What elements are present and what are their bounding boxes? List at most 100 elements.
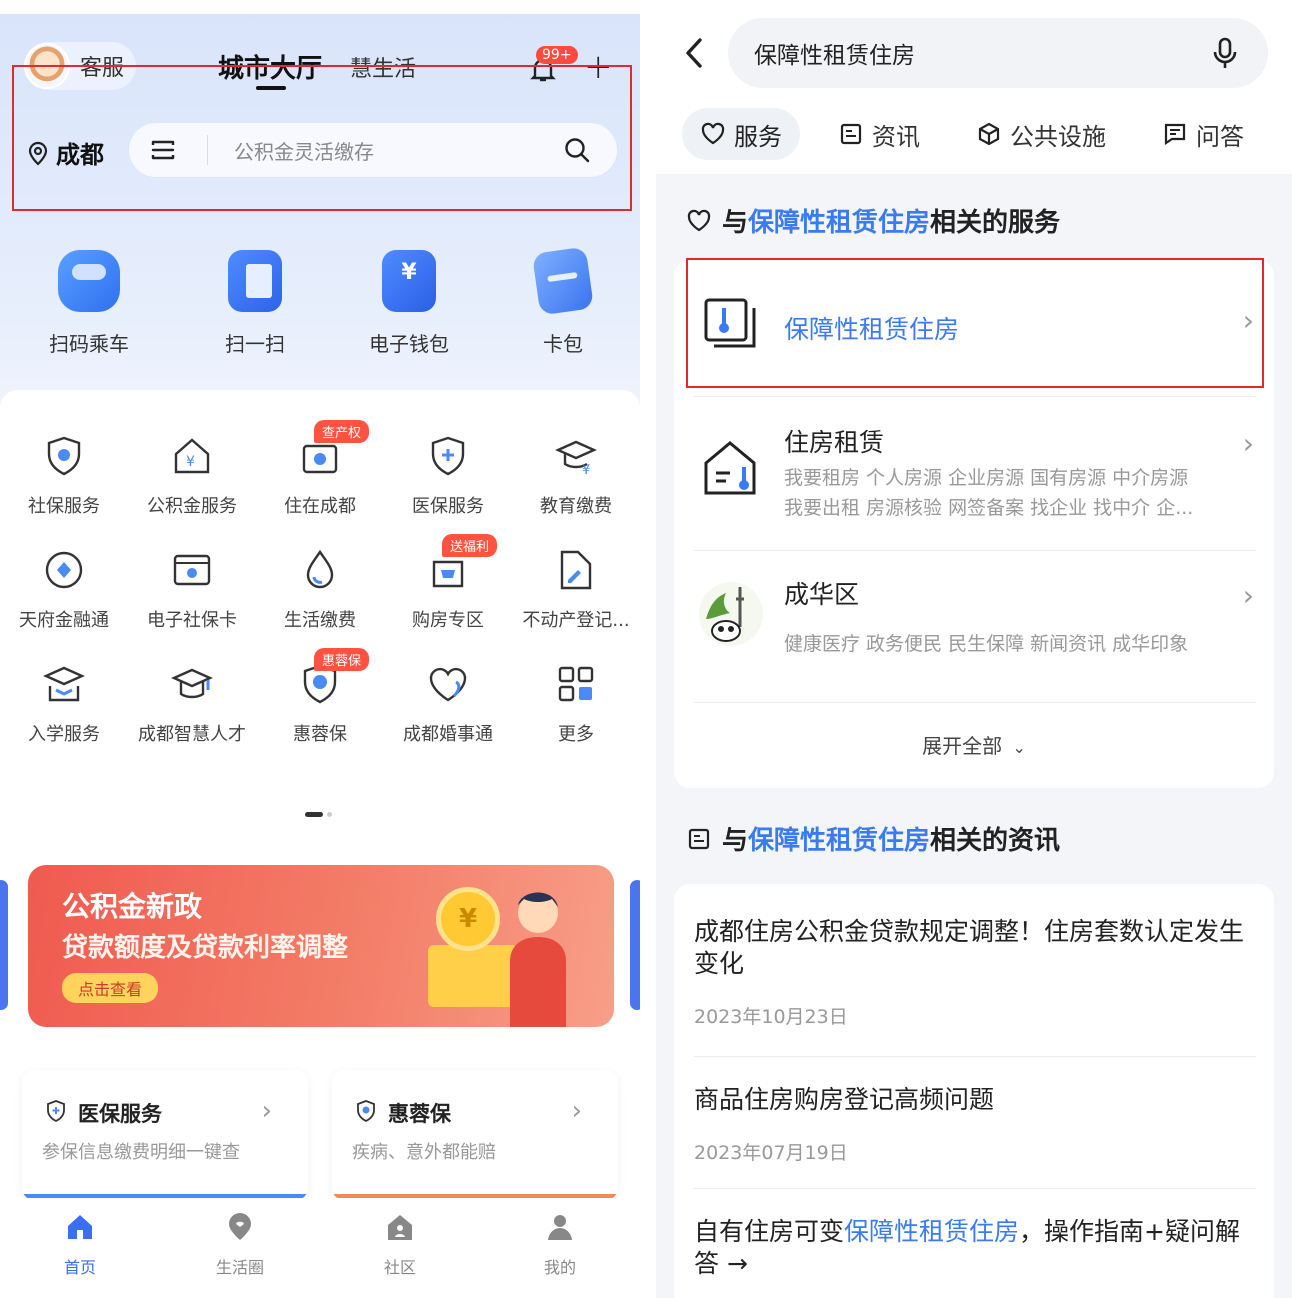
news-title: 自有住房可变保障性租赁住房，操作指南+疑问解答 → bbox=[694, 1216, 1254, 1280]
quick-scan-ride[interactable]: 扫码乘车 bbox=[0, 250, 178, 357]
news-item[interactable]: 成都住房公积金贷款规定调整！住房套数认定发生变化 2023年10月23日 bbox=[694, 916, 1254, 1029]
quick-card-pack[interactable]: 卡包 bbox=[486, 246, 640, 357]
service-title: 成华区 bbox=[784, 580, 860, 609]
search-placeholder[interactable]: 公积金灵活缴存 bbox=[234, 136, 563, 165]
banner-cta-button[interactable]: 点击查看 bbox=[62, 973, 159, 1003]
shield-coin-icon bbox=[47, 436, 81, 476]
quick-label: 扫一扫 bbox=[225, 332, 285, 356]
id-card-icon bbox=[173, 554, 211, 586]
grid-item-social-security[interactable]: 社保服务 bbox=[0, 420, 128, 534]
section-suffix: 相关的资讯 bbox=[930, 826, 1061, 856]
grid-item-real-estate-registration[interactable]: 不动产登记... bbox=[512, 534, 640, 648]
promo-banner[interactable]: 公积金新政 贷款额度及贷款利率调整 点击查看 ¥ bbox=[28, 865, 614, 1027]
menu-scan-icon[interactable] bbox=[149, 136, 177, 164]
page-indicator bbox=[305, 812, 332, 817]
heart-icon bbox=[687, 209, 711, 231]
graduation-cap-icon bbox=[171, 668, 213, 699]
grid-item-housing-fund[interactable]: ¥ 公积金服务 bbox=[128, 420, 256, 534]
community-icon bbox=[388, 1215, 412, 1240]
news-title: 成都住房公积金贷款规定调整！住房套数认定发生变化 bbox=[694, 917, 1245, 978]
left-phone-screen: 客服 城市大厅 慧生活 99+ + 成都 公积金灵活缴存 扫码乘车 扫一扫 ¥ … bbox=[0, 14, 640, 1298]
tab-qa[interactable]: 问答 bbox=[1144, 108, 1262, 160]
tab-life-circle[interactable]: 生活圈 bbox=[160, 1198, 320, 1298]
grid-item-marriage[interactable]: 成都婚事通 bbox=[384, 648, 512, 762]
grid-item-live-chengdu[interactable]: 查产权 住在成都 bbox=[256, 420, 384, 534]
house-document-icon bbox=[704, 441, 756, 495]
grid-item-tianfu-finance[interactable]: 天府金融通 bbox=[0, 534, 128, 648]
search-divider bbox=[207, 135, 208, 165]
tab-label: 我的 bbox=[543, 1258, 576, 1277]
right-phone-screen: 保障性租赁住房 服务 资讯 公共设施 问答 与保障性租赁住房 相关的服务 保障性… bbox=[656, 14, 1292, 1298]
grid-item-more[interactable]: 更多 bbox=[512, 648, 640, 762]
search-input[interactable]: 保障性租赁住房 bbox=[728, 18, 1268, 88]
bottom-tab-bar: 首页 生活圈 社区 我的 bbox=[0, 1198, 640, 1298]
divider bbox=[694, 1056, 1256, 1057]
microphone-icon[interactable] bbox=[1212, 36, 1238, 70]
svg-text:¥: ¥ bbox=[186, 454, 195, 470]
section-prefix: 与 bbox=[722, 826, 749, 856]
grid-item-house-purchase[interactable]: 送福利 购房专区 bbox=[384, 534, 512, 648]
heart-icon bbox=[701, 122, 725, 145]
grid-badge: 惠蓉保 bbox=[314, 648, 370, 671]
card-subtitle: 疾病、意外都能赔 bbox=[352, 1142, 496, 1163]
notification-badge: 99+ bbox=[536, 46, 578, 64]
news-item[interactable]: 商品住房购房登记高频问题 2023年07月19日 bbox=[694, 1084, 1254, 1165]
service-item-housing-rental[interactable]: 住房租赁 我要租房 个人房源 企业房源 国有房源 中介房源 我要出租 房源核验 … bbox=[674, 397, 1274, 547]
grid-row: 入学服务 成都智慧人才 惠蓉保 惠蓉保 成都婚事通 更多 bbox=[0, 648, 640, 762]
grid-label: 成都婚事通 bbox=[403, 724, 493, 745]
tab-label: 生活圈 bbox=[215, 1258, 264, 1277]
news-item[interactable]: 自有住房可变保障性租赁住房，操作指南+疑问解答 → bbox=[694, 1216, 1254, 1280]
news-section-title: 与保障性租赁住房 相关的资讯 bbox=[686, 820, 1060, 857]
tab-label: 服务 bbox=[734, 122, 782, 151]
grid-label: 社保服务 bbox=[28, 496, 100, 517]
search-bar[interactable]: 公积金灵活缴存 bbox=[128, 122, 618, 178]
document-pen-icon bbox=[560, 550, 592, 590]
tab-label: 资讯 bbox=[872, 122, 920, 151]
grid-item-utility-bills[interactable]: 生活缴费 bbox=[256, 534, 384, 648]
grid-item-huirongbao[interactable]: 惠蓉保 惠蓉保 bbox=[256, 648, 384, 762]
grid-label: 住在成都 bbox=[284, 496, 356, 517]
grid-label: 不动产登记... bbox=[522, 610, 630, 631]
search-query[interactable]: 保障性租赁住房 bbox=[754, 36, 1212, 70]
divider bbox=[694, 1188, 1256, 1189]
panda-tower-logo-icon bbox=[699, 582, 763, 646]
quick-scan[interactable]: 扫一扫 bbox=[178, 250, 332, 357]
result-tabs: 服务 资讯 公共设施 问答 bbox=[682, 108, 1282, 160]
grid-item-enrollment[interactable]: 入学服务 bbox=[0, 648, 128, 762]
grid-label: 教育缴费 bbox=[540, 496, 612, 517]
grid-item-education-fee[interactable]: ¥ 教育缴费 bbox=[512, 420, 640, 534]
service-item-chenghua[interactable]: 成华区 健康医疗 政务便民 民生保障 新闻资讯 成华印象 › bbox=[674, 551, 1274, 701]
grid-item-e-social-card[interactable]: 电子社保卡 bbox=[128, 534, 256, 648]
card-huirongbao[interactable]: 惠蓉保 疾病、意外都能赔 › bbox=[332, 1070, 618, 1200]
grid-label: 入学服务 bbox=[28, 724, 100, 745]
service-subtitle: 我要租房 个人房源 企业房源 国有房源 中介房源 bbox=[784, 467, 1189, 489]
tab-me[interactable]: 我的 bbox=[480, 1198, 640, 1298]
tab-news[interactable]: 资讯 bbox=[820, 108, 938, 160]
grid-item-smart-talent[interactable]: 成都智慧人才 bbox=[128, 648, 256, 762]
quick-wallet[interactable]: ¥ 电子钱包 bbox=[332, 250, 486, 357]
tab-community[interactable]: 社区 bbox=[320, 1198, 480, 1298]
grid-label: 惠蓉保 bbox=[293, 724, 347, 745]
card-medical-insurance[interactable]: 医保服务 参保信息缴费明细一键查 › bbox=[22, 1070, 308, 1200]
school-icon bbox=[43, 666, 85, 702]
tab-services[interactable]: 服务 bbox=[682, 108, 800, 160]
tab-label: 公共设施 bbox=[1010, 122, 1106, 151]
search-icon[interactable] bbox=[563, 136, 591, 164]
news-icon bbox=[840, 123, 862, 145]
expand-all-button[interactable]: 展开全部 ⌄ bbox=[674, 730, 1274, 759]
user-icon bbox=[548, 1215, 572, 1240]
service-title: 住房租赁 bbox=[784, 428, 885, 457]
back-arrow-icon[interactable] bbox=[682, 36, 706, 70]
wallet-icon: ¥ bbox=[382, 250, 436, 312]
news-date: 2023年10月23日 bbox=[694, 1006, 848, 1028]
tab-home[interactable]: 首页 bbox=[0, 1198, 160, 1298]
location-icon bbox=[28, 141, 48, 166]
grid-more-icon bbox=[558, 666, 594, 702]
tab-public-facilities[interactable]: 公共设施 bbox=[958, 108, 1124, 160]
heart-icon bbox=[429, 667, 467, 702]
city-selector[interactable]: 成都 bbox=[26, 135, 104, 170]
grid-item-medical-insurance[interactable]: 医保服务 bbox=[384, 420, 512, 534]
person-illustration bbox=[510, 892, 566, 1027]
chevron-right-icon: › bbox=[261, 1096, 272, 1126]
banner-subtitle: 贷款额度及贷款利率调整 bbox=[62, 933, 349, 963]
